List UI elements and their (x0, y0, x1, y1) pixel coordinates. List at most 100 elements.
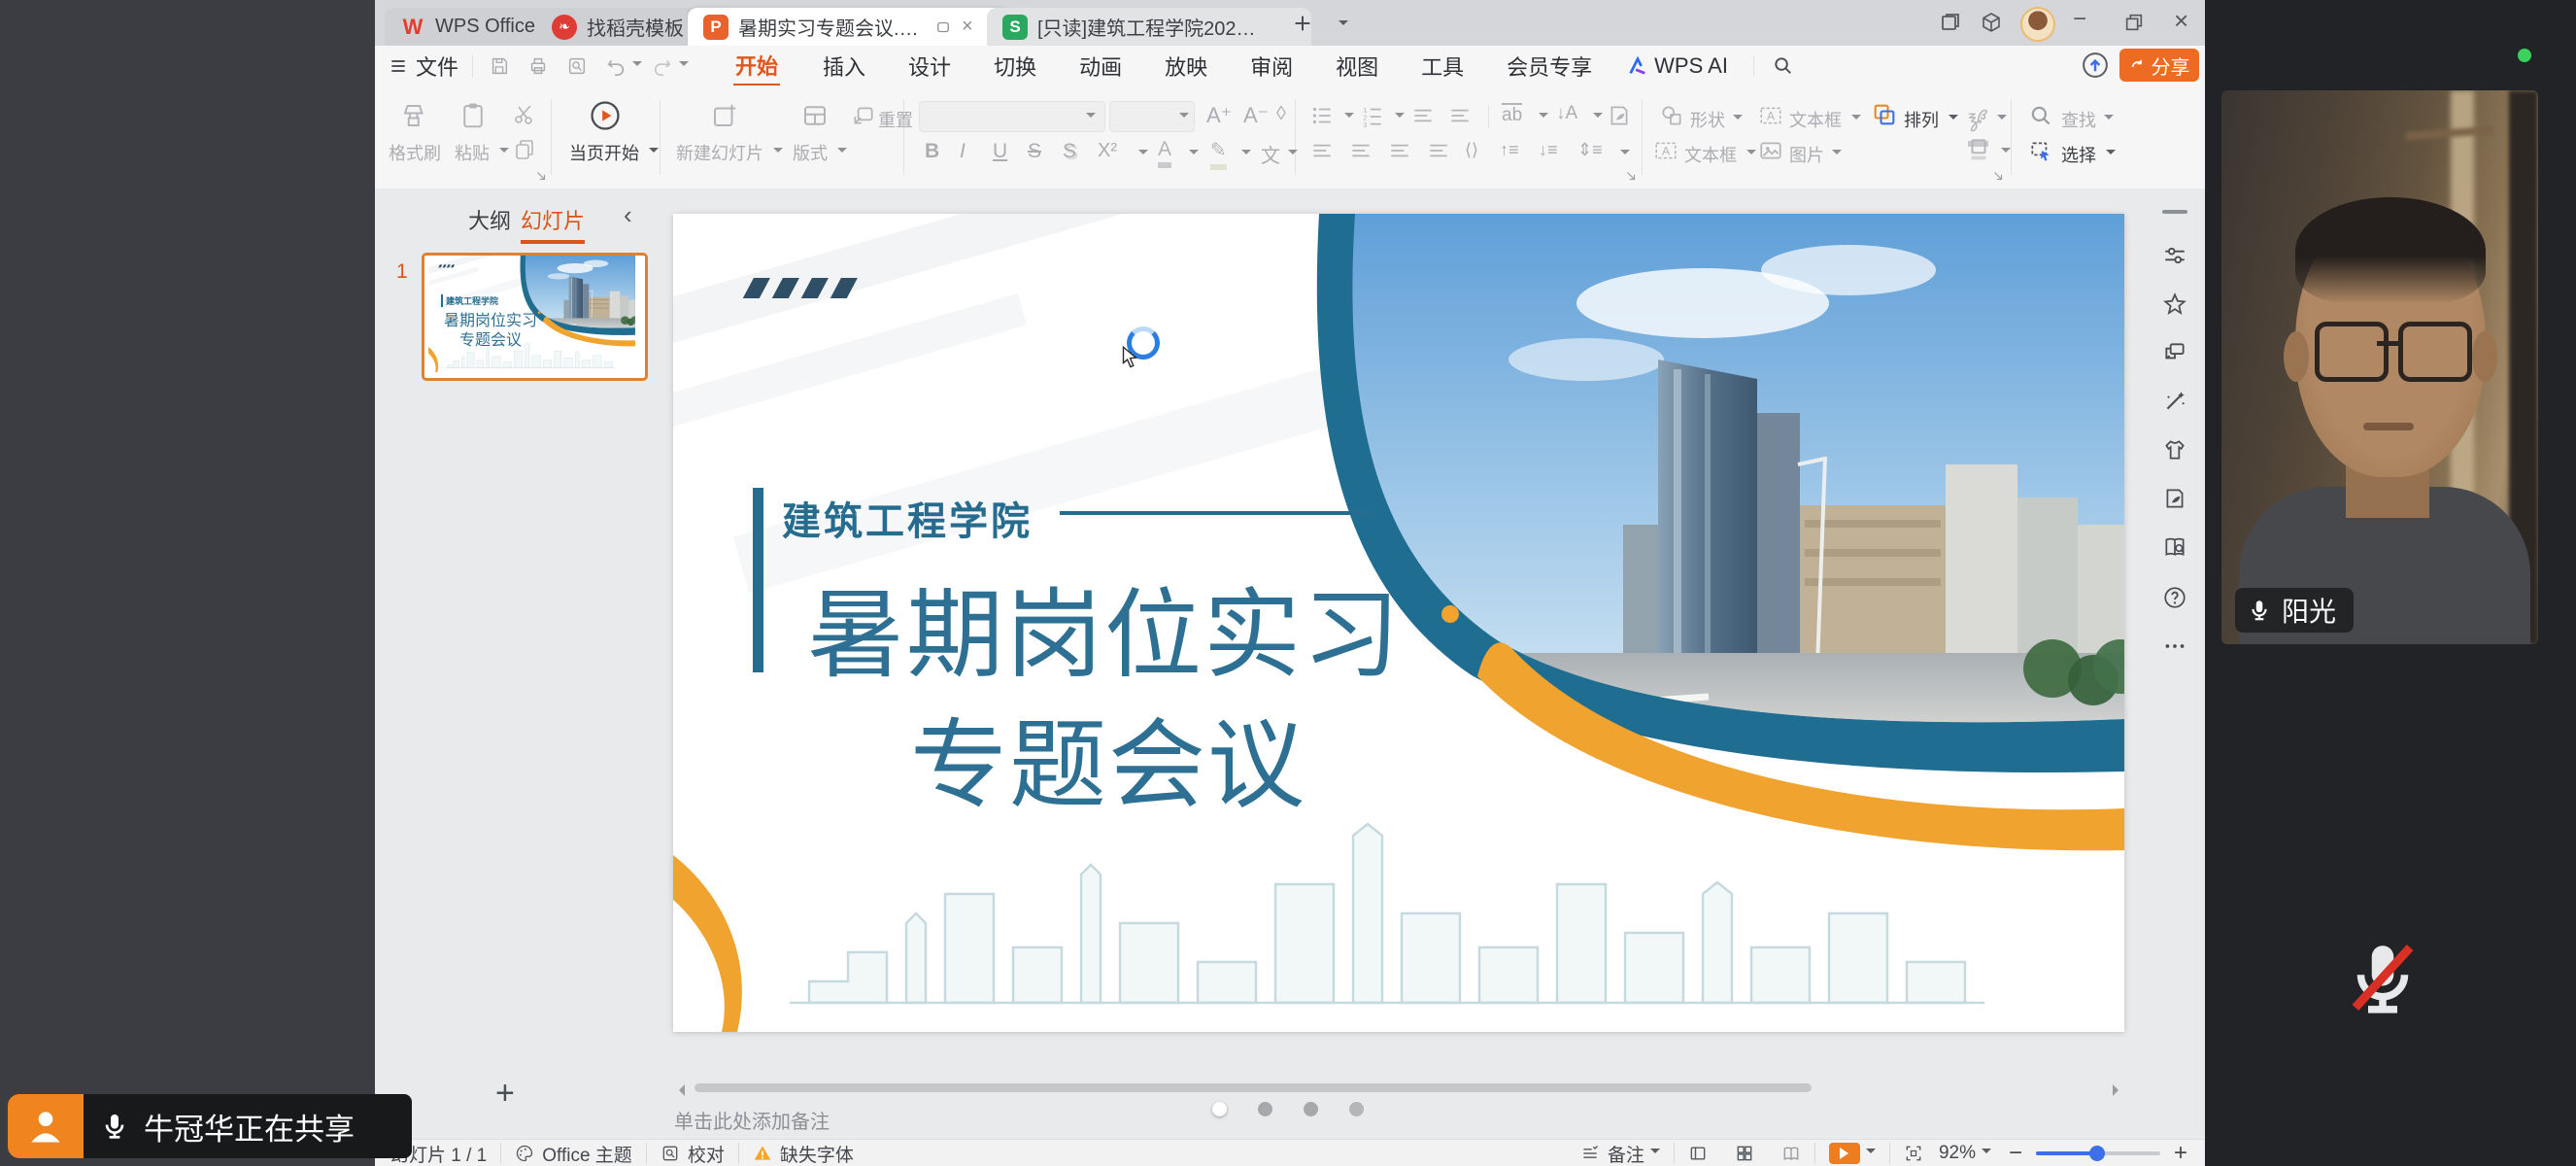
zoom-out-button[interactable]: − (2009, 1140, 2022, 1166)
h-scroll-thumb[interactable] (695, 1083, 1812, 1092)
zoom-slider-thumb[interactable] (2089, 1146, 2105, 1161)
textbox2-icon[interactable] (1653, 138, 1678, 163)
layout-label[interactable]: 版式 (793, 140, 828, 165)
menu-tab-slideshow[interactable]: 放映 (1165, 51, 1207, 82)
theme-icon[interactable] (515, 1144, 534, 1163)
reference-search-icon[interactable] (2162, 534, 2187, 560)
slide-college-text[interactable]: 建筑工程学院 (782, 490, 1033, 546)
notes-toggle-label[interactable]: 备注 (1608, 1141, 1644, 1166)
theme-name[interactable]: Office 主题 (542, 1141, 632, 1166)
slide-title-line2[interactable]: 专题会议 (910, 686, 1306, 827)
slide-sorter-view-icon[interactable] (1735, 1144, 1754, 1163)
proofing-icon[interactable] (661, 1144, 680, 1163)
zoom-percent[interactable]: 92% (1939, 1143, 1976, 1164)
restore-icon[interactable] (2123, 12, 2145, 33)
justify-icon[interactable] (1426, 138, 1451, 163)
menu-tab-home[interactable]: 开始 (733, 44, 780, 87)
share-banner-avatar[interactable] (8, 1094, 84, 1158)
paste-icon[interactable] (458, 101, 488, 130)
dot[interactable] (1349, 1102, 1364, 1116)
muted-mic-indicator[interactable] (2339, 935, 2426, 1022)
close-window-icon[interactable]: × (2174, 6, 2188, 36)
normal-view-icon[interactable] (1688, 1144, 1708, 1163)
text-direction-icon[interactable] (1607, 103, 1632, 128)
menu-tab-transition[interactable]: 切换 (994, 51, 1036, 82)
animation-pane-icon[interactable] (2162, 340, 2187, 365)
pinyin-guide-button[interactable]: 文 (1261, 140, 1280, 168)
align-left-icon[interactable] (1309, 138, 1335, 163)
tab-presentation-active[interactable]: P 暑期实习专题会议.pptx × (688, 8, 1010, 46)
tab-docer-templates[interactable]: ❧ 找稻壳模板 (536, 8, 713, 46)
menu-tab-insert[interactable]: 插入 (823, 51, 865, 82)
char-spacing-icon[interactable]: ab (1502, 103, 1522, 126)
save-icon[interactable] (489, 55, 510, 77)
cloud-upload-icon[interactable] (2081, 51, 2110, 80)
slide-thumbnail[interactable]: 建筑工程学院 暑期岗位实习 专题会议 (422, 253, 648, 381)
font-color-button[interactable]: A (1158, 138, 1171, 168)
reset-icon[interactable] (851, 103, 876, 128)
row-spacing-up-icon[interactable]: ↑≡ (1500, 140, 1519, 160)
panel-collapse-icon[interactable]: ‹ (624, 200, 632, 230)
missing-font-label[interactable]: 缺失字体 (780, 1141, 854, 1166)
zoom-in-button[interactable]: + (2174, 1140, 2187, 1166)
share-button[interactable]: 分享 (2119, 49, 2199, 82)
insert-dialog-launcher-icon[interactable] (1991, 169, 2005, 183)
user-avatar[interactable] (2020, 7, 2055, 42)
proofing-label[interactable]: 校对 (688, 1141, 725, 1166)
quickbar-chevron-icon[interactable] (679, 61, 689, 71)
decrease-font-icon[interactable]: A⁻ (1243, 103, 1269, 128)
paste-label[interactable]: 粘贴 (455, 140, 490, 165)
design-theme-icon[interactable] (2162, 437, 2187, 463)
find-label[interactable]: 查找 (2061, 107, 2096, 132)
bullet-list-icon[interactable] (1309, 103, 1335, 128)
textbox2-label[interactable]: 文本框 (1684, 142, 1737, 167)
zoom-slider[interactable] (2036, 1151, 2160, 1155)
play-from-page-icon[interactable] (589, 99, 622, 132)
menu-tab-view[interactable]: 视图 (1336, 51, 1378, 82)
menu-tab-review[interactable]: 审阅 (1250, 51, 1293, 82)
cut-icon[interactable] (513, 103, 536, 126)
menu-tab-animation[interactable]: 动画 (1079, 51, 1122, 82)
line-spacing-icon[interactable]: ⇕≡ (1577, 140, 1603, 160)
tab-wps-office[interactable]: W WPS Office (385, 8, 561, 46)
smart-beautify-wand-icon[interactable] (2162, 389, 2187, 414)
more-tools-icon[interactable] (2162, 634, 2187, 659)
reset-label[interactable]: 重置 (878, 107, 913, 132)
slideshow-play-button[interactable] (1829, 1143, 1860, 1164)
tab-readonly-sheet[interactable]: S [只读]建筑工程学院2023级岗位实习 (987, 8, 1311, 46)
align-center-icon[interactable] (1348, 138, 1373, 163)
strip-collapse-handle[interactable] (2162, 210, 2187, 214)
fit-slide-icon[interactable] (1904, 1144, 1923, 1163)
undo-icon[interactable] (605, 55, 627, 77)
distribute-text-icon[interactable]: ⟨⟩ (1465, 140, 1478, 160)
decrease-indent-icon[interactable] (1410, 103, 1436, 128)
start-from-current-label[interactable]: 当页开始 (569, 140, 639, 165)
align-right-icon[interactable] (1387, 138, 1412, 163)
shapes-label[interactable]: 形状 (1690, 107, 1725, 132)
notes-toggle-icon[interactable] (1580, 1144, 1600, 1163)
reading-view-icon[interactable] (1781, 1144, 1801, 1163)
slide-canvas[interactable]: 建筑工程学院 暑期岗位实习 专题会议 (673, 214, 2124, 1032)
help-icon[interactable] (2162, 585, 2187, 610)
print-preview-icon[interactable] (566, 55, 588, 77)
slide-title-line1[interactable]: 暑期岗位实习 (807, 556, 1402, 697)
superscript-button[interactable]: X² (1098, 140, 1117, 162)
menu-tab-tools[interactable]: 工具 (1421, 51, 1464, 82)
docer-resources-icon[interactable] (2162, 486, 2187, 511)
minimize-icon[interactable]: − (2073, 6, 2086, 33)
text-sort-icon[interactable]: ↓A (1556, 103, 1577, 124)
workspace-cube-icon[interactable] (1980, 11, 2003, 34)
arrange-label[interactable]: 排列 (1904, 107, 1939, 132)
shapes-icon[interactable] (1659, 103, 1684, 128)
picture-label[interactable]: 图片 (1789, 142, 1824, 167)
select-icon[interactable] (2028, 138, 2053, 163)
format-painter-label[interactable]: 格式刷 (389, 140, 441, 165)
add-slide-button[interactable]: + (495, 1075, 515, 1113)
row-spacing-down-icon[interactable]: ↓≡ (1539, 140, 1558, 160)
participant-video[interactable]: 阳光 (2221, 90, 2538, 644)
picture-icon[interactable] (1758, 138, 1783, 163)
increase-indent-icon[interactable] (1447, 103, 1473, 128)
h-scroll-left-arrow[interactable] (673, 1084, 685, 1096)
strikethrough-button[interactable]: S (1028, 140, 1041, 163)
shadow-button[interactable]: S (1063, 140, 1076, 163)
